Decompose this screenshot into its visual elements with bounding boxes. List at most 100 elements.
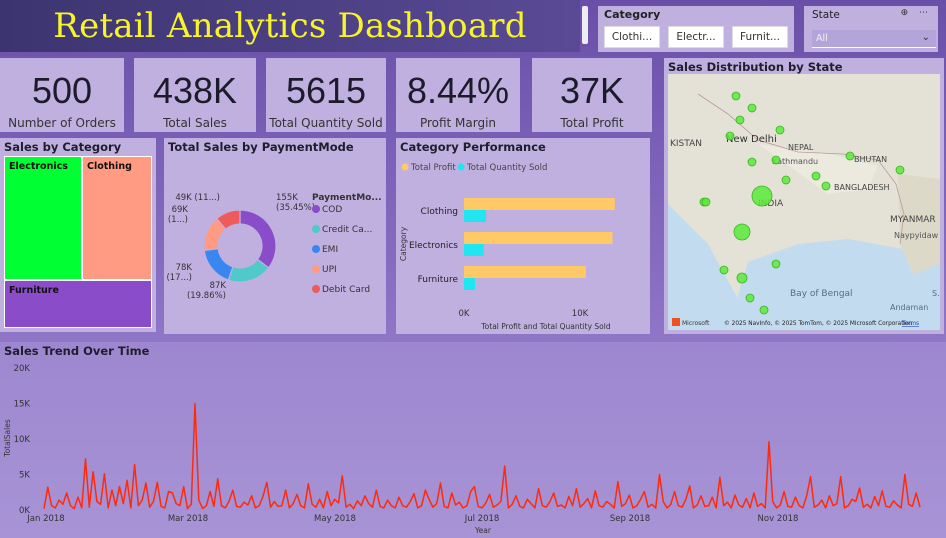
kpi-value: 500 <box>31 70 93 111</box>
state-dropdown[interactable]: All ⌄ <box>812 30 936 48</box>
map-place-label: Bay of Bengal <box>790 289 853 299</box>
map-bubble[interactable] <box>821 181 831 191</box>
kpi-profit-margin: 8.44% Profit Margin <box>396 58 520 132</box>
map-view[interactable]: KISTAN New Delhi NEPAL Kathmandu BHUTAN BANGL… <box>668 74 940 330</box>
map-bubble[interactable] <box>736 272 748 284</box>
bar-quantity[interactable] <box>464 244 484 256</box>
kpi-label: Total Profit <box>560 116 624 130</box>
map-bubble[interactable] <box>759 305 769 315</box>
treemap-cell-clothing[interactable]: Clothing <box>82 156 152 280</box>
x-tick-label: Mar 2018 <box>168 514 208 524</box>
map-bubble[interactable] <box>725 131 735 141</box>
map-bubble[interactable] <box>781 175 791 185</box>
scroll-handle[interactable] <box>582 6 588 44</box>
map-bubble[interactable] <box>733 223 751 241</box>
kpi-value: 37K <box>559 70 625 111</box>
x-tick-label: 10K <box>572 309 589 319</box>
map-bubble[interactable] <box>751 185 773 207</box>
map-place-label: KISTAN <box>670 139 702 149</box>
donut-data-label: (1...) <box>168 215 188 225</box>
map-bubble[interactable] <box>747 157 757 167</box>
chip-furniture[interactable]: Furnit... <box>732 26 788 48</box>
bar-profit[interactable] <box>464 198 615 210</box>
map-bubble[interactable] <box>747 103 757 113</box>
kpi-label: Number of Orders <box>8 116 116 130</box>
legend-item[interactable]: Total Quantity Sold <box>466 163 547 173</box>
legend-item[interactable]: EMI <box>322 245 338 255</box>
x-tick-label: Jan 2018 <box>26 514 64 524</box>
kpi-label: Total Quantity Sold <box>269 116 383 130</box>
y-tick-label: Electronics <box>409 241 458 251</box>
x-tick-label: Sep 2018 <box>610 514 650 524</box>
microsoft-logo-icon <box>672 318 680 326</box>
map-terms-link[interactable]: Terms <box>901 321 919 327</box>
y-tick-label: 10K <box>14 435 31 445</box>
map-place-label: BANGLADESH <box>834 183 890 192</box>
map-bubble[interactable] <box>731 91 741 101</box>
legend-item[interactable]: Debit Card <box>322 285 370 295</box>
legend-swatch <box>312 225 320 233</box>
ms-logo-text: Microsoft <box>682 320 710 327</box>
map-bubble[interactable] <box>701 197 711 207</box>
sales-trend-panel: Sales Trend Over Time 0K 5K 10K 15K 20K Jan 2… <box>0 342 946 538</box>
treemap-cell-electronics[interactable]: Electronics <box>4 156 82 280</box>
legend-swatch <box>312 265 320 273</box>
kpi-label: Total Sales <box>163 116 227 130</box>
donut-chart: PaymentMo... 155K(35.45%)87K(19.86%)78K(… <box>166 193 381 301</box>
sales-by-category-panel: Sales by Category Electronics Clothing F… <box>0 138 156 332</box>
map-place-label: S... <box>932 289 940 298</box>
kpi-label: Profit Margin <box>419 116 497 130</box>
kpi-value: 438K <box>152 70 238 111</box>
x-axis-title: Total Profit and Total Quantity Sold <box>480 322 610 331</box>
chip-electronics[interactable]: Electr... <box>668 26 724 48</box>
x-tick-label: Jul 2018 <box>464 514 500 524</box>
x-tick-label: Nov 2018 <box>758 514 799 524</box>
kpi-total-profit: 37K Total Profit <box>532 58 652 132</box>
donut-data-label: (19.86%) <box>187 291 226 301</box>
bar-chart: Total Profit Total Quantity Sold Clothing E… <box>399 163 615 331</box>
map-bubble[interactable] <box>775 125 785 135</box>
map-bubble[interactable] <box>771 155 781 165</box>
map-bubble[interactable] <box>845 151 855 161</box>
bar-profit[interactable] <box>464 232 613 244</box>
chip-clothing[interactable]: Clothi... <box>604 26 660 48</box>
title-bar: Retail Analytics Dashboard <box>0 0 580 52</box>
sales-trend-line[interactable] <box>43 402 921 510</box>
legend-item[interactable]: Credit Ca... <box>322 225 372 235</box>
map-bubble[interactable] <box>771 259 781 269</box>
kpi-value: 5615 <box>285 70 367 111</box>
donut-slice-2[interactable] <box>203 248 234 281</box>
map-bubble[interactable] <box>895 165 905 175</box>
donut-slice-1[interactable] <box>227 258 270 283</box>
payment-mode-panel: Total Sales by PaymentMode PaymentMo... … <box>164 138 386 334</box>
donut-data-label: 87K <box>210 281 227 291</box>
bar-profit[interactable] <box>464 266 586 278</box>
slicer-tools-icon[interactable]: ⊕ ⋯ <box>901 8 932 18</box>
legend-swatch <box>312 205 320 213</box>
legend-item[interactable]: COD <box>322 205 342 215</box>
map-place-label: Naypyidaw <box>894 231 939 240</box>
treemap-cell-furniture[interactable]: Furniture <box>4 280 152 328</box>
map-bubble[interactable] <box>735 115 745 125</box>
map-bubble[interactable] <box>811 171 821 181</box>
y-axis-title: Category <box>399 226 408 261</box>
donut-data-label: 49K (11...) <box>175 193 220 203</box>
y-tick-label: Furniture <box>418 275 459 285</box>
legend-item[interactable]: Total Profit <box>410 163 456 173</box>
x-tick-label: May 2018 <box>314 514 356 524</box>
category-performance-panel: Category Performance Total Profit Total Q… <box>396 138 650 334</box>
map-canvas: KISTAN New DelhiNEPALKathmandu BHUTANBANGL… <box>668 74 940 330</box>
x-axis-title: Year <box>474 526 492 535</box>
state-slicer: State ⊕ ⋯ All ⌄ <box>804 6 938 52</box>
legend-item[interactable]: UPI <box>322 265 337 275</box>
map-place-label: NEPAL <box>788 143 814 152</box>
treemap-label: Clothing <box>87 161 132 172</box>
map-bubble[interactable] <box>719 265 729 275</box>
legend-swatch <box>457 163 465 171</box>
donut-data-label: 155K <box>276 193 298 203</box>
map-bubble[interactable] <box>745 293 755 303</box>
category-slicer-label: Category <box>604 8 661 21</box>
bar-quantity[interactable] <box>464 210 487 222</box>
bar-quantity[interactable] <box>464 278 476 290</box>
x-tick-label: 0K <box>459 309 470 319</box>
